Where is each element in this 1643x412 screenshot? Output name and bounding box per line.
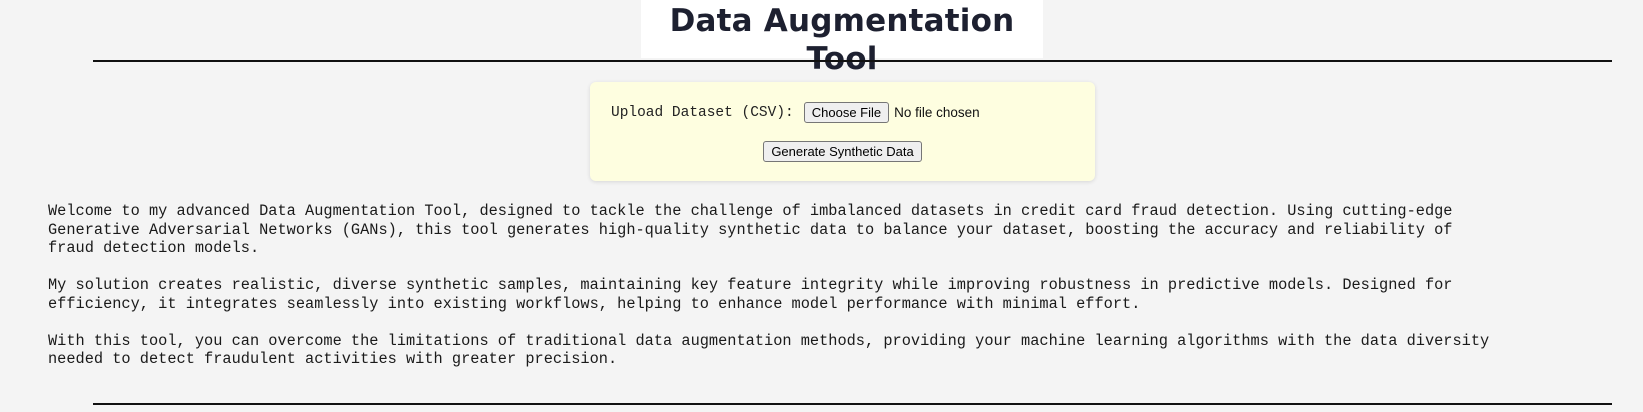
upload-row: Upload Dataset (CSV): Choose File No fil… (611, 102, 980, 123)
bottom-divider (93, 403, 1612, 405)
generate-row: Generate Synthetic Data (590, 141, 1095, 162)
description-paragraph-2: My solution creates realistic, diverse s… (48, 276, 1453, 313)
generate-synthetic-data-button[interactable]: Generate Synthetic Data (763, 141, 922, 162)
upload-panel: Upload Dataset (CSV): Choose File No fil… (590, 82, 1095, 181)
title-banner: Data Augmentation Tool (641, 0, 1043, 77)
choose-file-button[interactable]: Choose File (803, 102, 890, 123)
upload-label: Upload Dataset (CSV): (611, 104, 794, 121)
page-title: Data Augmentation Tool (669, 3, 1015, 77)
file-status-text: No file chosen (894, 105, 980, 120)
description-section: Welcome to my advanced Data Augmentation… (48, 202, 1588, 387)
description-paragraph-3: With this tool, you can overcome the lim… (48, 331, 1490, 369)
top-divider (93, 60, 1612, 62)
description-paragraph-1: Welcome to my advanced Data Augmentation… (48, 202, 1453, 257)
